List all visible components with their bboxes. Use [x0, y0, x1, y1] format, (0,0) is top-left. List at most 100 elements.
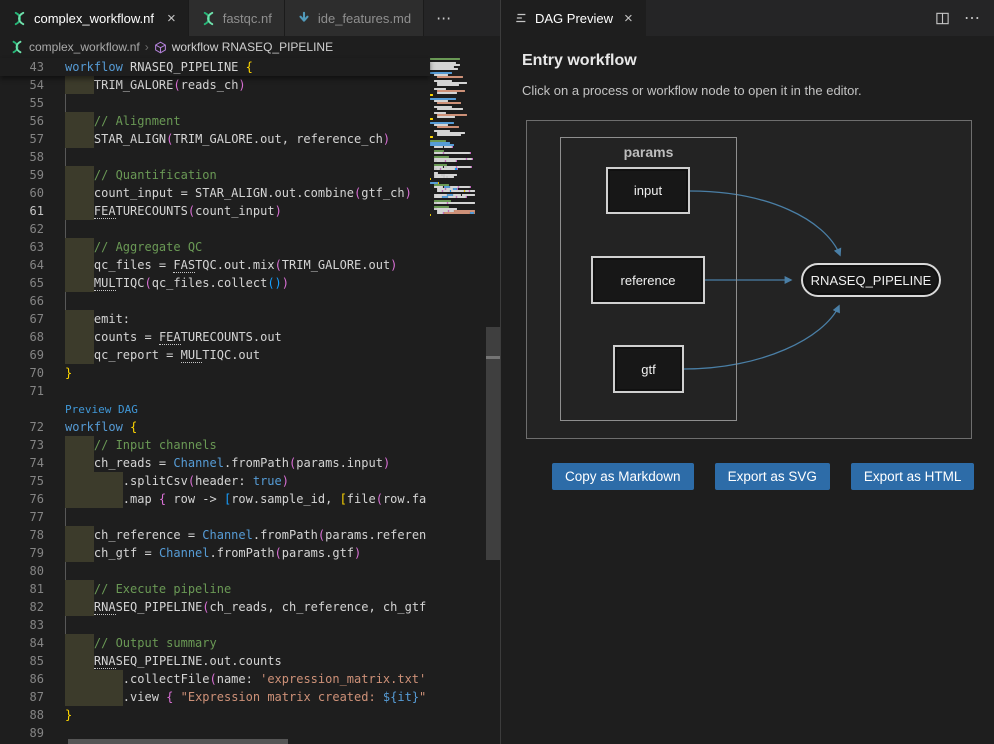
line-number[interactable]: 69: [0, 346, 65, 364]
tab-dag-preview[interactable]: DAG Preview ×: [501, 0, 646, 36]
line-number[interactable]: 89: [0, 724, 65, 742]
code-line[interactable]: 87 .view { "Expression matrix created: $…: [0, 688, 430, 706]
line-number[interactable]: 71: [0, 382, 65, 400]
close-icon[interactable]: ×: [624, 10, 633, 27]
code-line[interactable]: 56 // Alignment: [0, 112, 430, 130]
node-gtf[interactable]: gtf: [613, 345, 684, 393]
line-number[interactable]: 79: [0, 544, 65, 562]
export-as-html-button[interactable]: Export as HTML: [851, 463, 975, 490]
code-line[interactable]: 80: [0, 562, 430, 580]
line-content[interactable]: workflow RNASEQ_PIPELINE {: [65, 58, 430, 76]
line-number[interactable]: 87: [0, 688, 65, 706]
line-content[interactable]: FEATURECOUNTS(count_input): [65, 202, 430, 220]
code-line[interactable]: 58: [0, 148, 430, 166]
line-number[interactable]: 54: [0, 76, 65, 94]
line-content[interactable]: RNASEQ_PIPELINE.out.counts: [65, 652, 430, 670]
code-line[interactable]: 77: [0, 508, 430, 526]
line-content[interactable]: [65, 616, 430, 634]
line-content[interactable]: }: [65, 364, 430, 382]
line-number[interactable]: 86: [0, 670, 65, 688]
breadcrumb-symbol[interactable]: workflow RNASEQ_PIPELINE: [172, 40, 333, 54]
line-number[interactable]: 70: [0, 364, 65, 382]
line-number[interactable]: 74: [0, 454, 65, 472]
line-content[interactable]: RNASEQ_PIPELINE(ch_reads, ch_reference, …: [65, 598, 430, 616]
line-number[interactable]: 63: [0, 238, 65, 256]
line-content[interactable]: qc_report = MULTIQC.out: [65, 346, 430, 364]
line-content[interactable]: .map { row -> [row.sample_id, [file(row.…: [65, 490, 430, 508]
code-line[interactable]: 85 RNASEQ_PIPELINE.out.counts: [0, 652, 430, 670]
line-number[interactable]: 78: [0, 526, 65, 544]
code-line[interactable]: 76 .map { row -> [row.sample_id, [file(r…: [0, 490, 430, 508]
code-line[interactable]: 73 // Input channels: [0, 436, 430, 454]
code-line[interactable]: 66: [0, 292, 430, 310]
code-line[interactable]: 54 TRIM_GALORE(reads_ch): [0, 76, 430, 94]
codelens-preview-dag[interactable]: Preview DAG: [65, 403, 138, 416]
sticky-scroll-line[interactable]: 43workflow RNASEQ_PIPELINE {: [0, 58, 430, 76]
line-number[interactable]: 73: [0, 436, 65, 454]
line-content[interactable]: ch_reads = Channel.fromPath(params.input…: [65, 454, 430, 472]
split-editor-icon[interactable]: [935, 11, 950, 26]
code-line[interactable]: 55: [0, 94, 430, 112]
close-icon[interactable]: ×: [167, 11, 176, 26]
line-number[interactable]: 65: [0, 274, 65, 292]
line-number[interactable]: 60: [0, 184, 65, 202]
tab-fastqc[interactable]: fastqc.nf: [189, 0, 285, 36]
code-line[interactable]: 67 emit:: [0, 310, 430, 328]
line-number[interactable]: 43: [0, 58, 65, 76]
code-line[interactable]: 43workflow RNASEQ_PIPELINE {: [0, 58, 430, 76]
line-content[interactable]: TRIM_GALORE(reads_ch): [65, 76, 430, 94]
line-content[interactable]: .view { "Expression matrix created: ${it…: [65, 688, 430, 706]
line-number[interactable]: 61: [0, 202, 65, 220]
code-line[interactable]: 75 .splitCsv(header: true): [0, 472, 430, 490]
line-number[interactable]: 64: [0, 256, 65, 274]
line-number[interactable]: 56: [0, 112, 65, 130]
line-number[interactable]: 76: [0, 490, 65, 508]
tab-ide-features[interactable]: ide_features.md: [285, 0, 424, 36]
code-line[interactable]: 72workflow {: [0, 418, 430, 436]
line-content[interactable]: [65, 220, 430, 238]
code-line[interactable]: 81 // Execute pipeline: [0, 580, 430, 598]
code-line[interactable]: 82 RNASEQ_PIPELINE(ch_reads, ch_referenc…: [0, 598, 430, 616]
code-line[interactable]: Preview DAG: [0, 400, 430, 418]
line-content[interactable]: STAR_ALIGN(TRIM_GALORE.out, reference_ch…: [65, 130, 430, 148]
horizontal-scrollbar-thumb[interactable]: [68, 739, 288, 744]
line-content[interactable]: count_input = STAR_ALIGN.out.combine(gtf…: [65, 184, 430, 202]
line-number[interactable]: 66: [0, 292, 65, 310]
line-number[interactable]: 80: [0, 562, 65, 580]
code-line[interactable]: 79 ch_gtf = Channel.fromPath(params.gtf): [0, 544, 430, 562]
code-line[interactable]: 59 // Quantification: [0, 166, 430, 184]
line-content[interactable]: qc_files = FASTQC.out.mix(TRIM_GALORE.ou…: [65, 256, 430, 274]
breadcrumb-file[interactable]: complex_workflow.nf: [29, 40, 140, 54]
line-content[interactable]: [65, 292, 430, 310]
line-number[interactable]: 75: [0, 472, 65, 490]
line-number[interactable]: 83: [0, 616, 65, 634]
tab-overflow-icon[interactable]: ⋯: [424, 0, 465, 36]
line-number[interactable]: 68: [0, 328, 65, 346]
line-number[interactable]: 85: [0, 652, 65, 670]
line-content[interactable]: // Aggregate QC: [65, 238, 430, 256]
line-number[interactable]: [0, 400, 65, 418]
line-number[interactable]: 72: [0, 418, 65, 436]
code-line[interactable]: 74 ch_reads = Channel.fromPath(params.in…: [0, 454, 430, 472]
line-content[interactable]: // Execute pipeline: [65, 580, 430, 598]
vertical-scrollbar-thumb[interactable]: [486, 327, 500, 560]
line-content[interactable]: // Alignment: [65, 112, 430, 130]
line-content[interactable]: [65, 148, 430, 166]
code-line[interactable]: 69 qc_report = MULTIQC.out: [0, 346, 430, 364]
line-content[interactable]: }: [65, 706, 430, 724]
line-content[interactable]: [65, 562, 430, 580]
code-line[interactable]: 88}: [0, 706, 430, 724]
export-as-svg-button[interactable]: Export as SVG: [715, 463, 830, 490]
code-line[interactable]: 63 // Aggregate QC: [0, 238, 430, 256]
code-line[interactable]: 83: [0, 616, 430, 634]
minimap[interactable]: [430, 58, 486, 244]
line-number[interactable]: 57: [0, 130, 65, 148]
line-number[interactable]: 84: [0, 634, 65, 652]
line-number[interactable]: 77: [0, 508, 65, 526]
more-actions-icon[interactable]: ⋯: [964, 8, 980, 28]
line-number[interactable]: 59: [0, 166, 65, 184]
node-reference[interactable]: reference: [591, 256, 705, 304]
line-content[interactable]: // Output summary: [65, 634, 430, 652]
node-rnaseq-pipeline[interactable]: RNASEQ_PIPELINE: [801, 263, 941, 297]
code-line[interactable]: 68 counts = FEATURECOUNTS.out: [0, 328, 430, 346]
